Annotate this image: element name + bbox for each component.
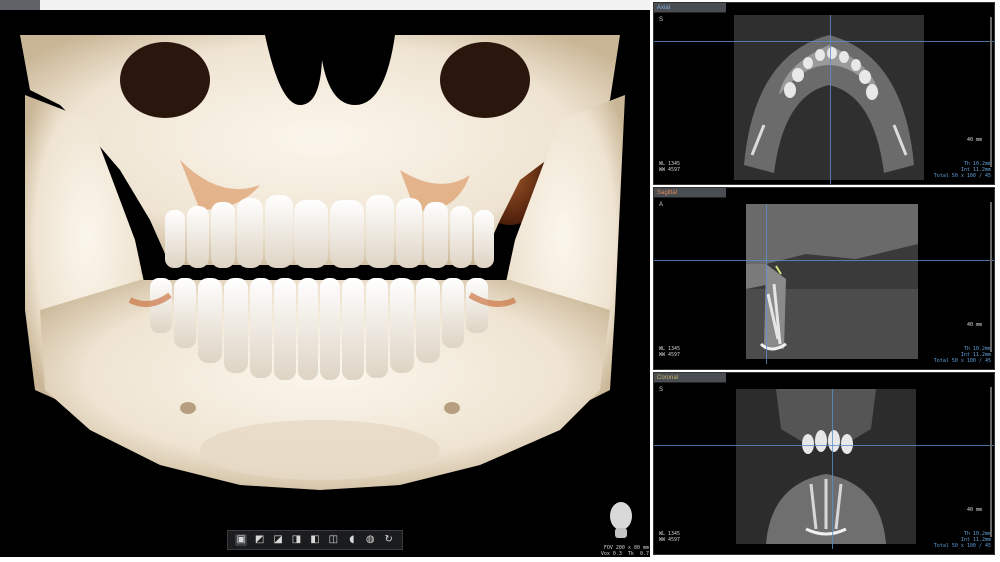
axial-orient-label: S [659,17,664,23]
sagittal-crosshair-v [766,204,767,364]
3d-render-viewport[interactable]: FOV 200 x 80 mm Vox 0.3 Tk 0.7 ▣ ◩ ◪ ◨ ◧… [0,10,650,557]
rotate-reset-button[interactable]: ↻ [383,534,395,546]
fov-info-text: FOV 200 x 80 mm Vox 0.3 Tk 0.7 [600,545,649,557]
preset-4-button[interactable]: ◨ [291,534,303,546]
axial-tab[interactable]: Axial [654,3,726,13]
sagittal-view-panel[interactable]: Sagittal A 40 mm WL 1345 WW 4597 Th 10.2… [653,187,995,370]
sagittal-scale-label: 40 mm [966,322,982,328]
render-toolbar: ▣ ◩ ◪ ◨ ◧ ◫ ◖ ◍ ↻ [227,530,403,550]
coronal-view-panel[interactable]: Coronal S 40 mm WL 1345 WW 4597 Th 10.2m… [653,372,995,555]
preset-6-button[interactable]: ◫ [327,534,339,546]
sagittal-ct-slice [746,204,918,359]
preset-3-button[interactable]: ◪ [272,534,284,546]
coronal-tab[interactable]: Coronal [654,373,726,383]
axial-crosshair-v [830,15,831,184]
sagittal-slice-info: Th 10.2mm Int 11.2mm Total 50 x 100 / 45 [933,346,991,364]
axial-crosshair-h [654,41,994,42]
cbct-viewer-app: FOV 200 x 80 mm Vox 0.3 Tk 0.7 ▣ ◩ ◪ ◨ ◧… [0,0,1000,562]
axial-slice-info: Th 10.2mm Int 11.2mm Total 50 x 100 / 45 [933,161,991,179]
coronal-crosshair-v [832,389,833,549]
skull-3d-render [20,35,625,490]
sagittal-tab[interactable]: Sagittal [654,188,726,198]
coronal-ct-slice [736,389,916,544]
coronal-ruler [990,387,992,537]
preset-5-button[interactable]: ◧ [309,534,321,546]
axial-wl-info: WL 1345 WW 4597 [659,161,681,173]
bottom-strip [0,557,1000,562]
mpr-panels-column: Axial S 40 mm WL 1345 WW 4597 Th 10.2mm … [650,0,1000,557]
axial-view-panel[interactable]: Axial S 40 mm WL 1345 WW 4597 Th 10.2mm … [653,2,995,185]
preset-1-button[interactable]: ▣ [235,534,248,546]
orientation-head-icon[interactable] [606,500,636,540]
coronal-slice-info: Th 10.2mm Int 11.2mm Total 50 x 100 / 45 [933,531,991,549]
coronal-wl-info: WL 1345 WW 4597 [659,531,681,543]
sagittal-wl-info: WL 1345 WW 4597 [659,346,681,358]
coronal-orient-label: S [659,387,664,393]
coronal-crosshair-h [654,445,994,446]
sagittal-orient-label: A [659,202,664,208]
axial-ct-slice [734,15,924,180]
coronal-scale-label: 40 mm [966,507,982,513]
tab-3d-view[interactable] [0,0,40,10]
axial-ruler [990,17,992,167]
sagittal-ruler [990,202,992,352]
preset-8-button[interactable]: ◍ [364,534,376,546]
preset-7-button[interactable]: ◖ [346,534,358,546]
sagittal-crosshair-h [654,260,994,261]
axial-scale-label: 40 mm [966,137,982,143]
preset-2-button[interactable]: ◩ [254,534,266,546]
